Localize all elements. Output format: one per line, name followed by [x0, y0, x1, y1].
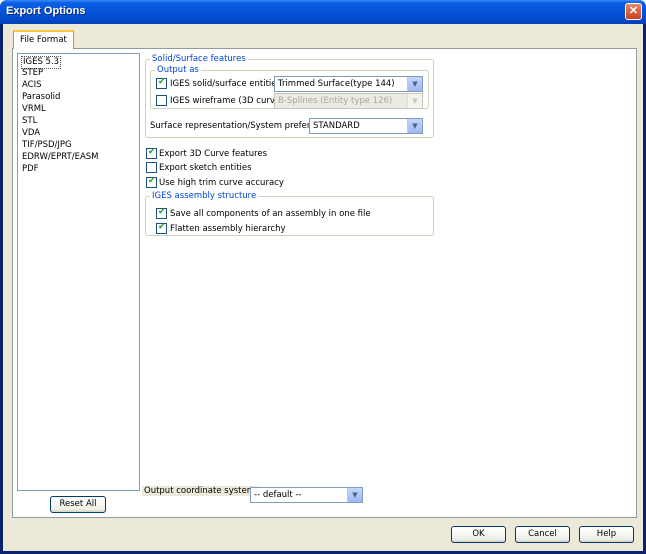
- format-list[interactable]: IGES 5.3 STEP ACIS Parasolid VRML STL VDA TIF/P…: [17, 53, 140, 491]
- list-item[interactable]: VRML: [21, 104, 47, 115]
- surface-pref-label: Surface representation/System preference…: [150, 121, 334, 131]
- high-trim-label: Use high trim curve accuracy: [159, 178, 284, 188]
- iges-solid-select[interactable]: Trimmed Surface(type 144) ▼: [274, 76, 423, 92]
- high-trim-checkbox[interactable]: [146, 176, 157, 188]
- iges-solid-checkbox[interactable]: [156, 77, 167, 89]
- surface-pref-select[interactable]: STANDARD ▼: [309, 118, 423, 134]
- iges-wire-checkbox[interactable]: [156, 95, 167, 106]
- ok-button[interactable]: OK: [451, 526, 506, 543]
- coord-value: -- default --: [254, 490, 302, 500]
- chevron-down-icon: ▼: [407, 94, 422, 108]
- chevron-down-icon: ▼: [347, 488, 362, 502]
- tab-file-format[interactable]: File Format: [13, 30, 74, 49]
- assembly-legend: IGES assembly structure: [152, 191, 257, 201]
- chevron-down-icon: ▼: [407, 77, 422, 91]
- list-item[interactable]: TIF/PSD/JPG: [21, 140, 73, 151]
- save-all-label: Save all components of an assembly in on…: [170, 209, 371, 219]
- list-item[interactable]: EDRW/EPRT/EASM: [21, 152, 100, 163]
- surface-pref-value: STANDARD: [313, 121, 360, 131]
- flatten-label: Flatten assembly hierarchy: [170, 224, 286, 234]
- window-title: Export Options: [6, 5, 86, 17]
- iges-solid-label: IGES solid/surface entities:: [170, 79, 284, 89]
- flatten-checkbox[interactable]: [156, 222, 167, 234]
- list-item[interactable]: PDF: [21, 164, 40, 175]
- iges-solid-value: Trimmed Surface(type 144): [278, 79, 395, 89]
- list-item[interactable]: Parasolid: [21, 92, 61, 103]
- export-sketch-label: Export sketch entities: [159, 163, 252, 173]
- export-options-window: Export Options ✕ File Format IGES 5.3 STE…: [0, 0, 646, 554]
- title-bar[interactable]: Export Options ✕: [0, 0, 646, 24]
- list-item[interactable]: STL: [21, 116, 38, 127]
- export-3d-checkbox[interactable]: [146, 147, 157, 159]
- list-item[interactable]: VDA: [21, 128, 41, 139]
- close-icon[interactable]: ✕: [625, 3, 642, 20]
- dialog-client: File Format IGES 5.3 STEP ACIS Parasolid VRM…: [3, 24, 643, 551]
- export-sketch-checkbox[interactable]: [146, 162, 157, 173]
- output-as-legend: Output as: [157, 65, 199, 75]
- save-all-checkbox[interactable]: [156, 207, 167, 219]
- export-3d-label: Export 3D Curve features: [159, 149, 268, 159]
- cancel-button[interactable]: Cancel: [515, 526, 570, 543]
- iges-wire-select[interactable]: B-Splines (Entity type 126) ▼: [274, 93, 423, 109]
- iges-wire-value: B-Splines (Entity type 126): [278, 96, 393, 106]
- coord-label: Output coordinate system:: [142, 486, 260, 496]
- file-format-panel: IGES 5.3 STEP ACIS Parasolid VRML STL VDA TIF/P…: [12, 48, 637, 518]
- chevron-down-icon: ▼: [407, 119, 422, 133]
- reset-all-button[interactable]: Reset All: [50, 496, 106, 513]
- list-item[interactable]: STEP: [21, 68, 44, 79]
- coord-select[interactable]: -- default -- ▼: [250, 487, 363, 503]
- list-item[interactable]: ACIS: [21, 80, 43, 91]
- help-button[interactable]: Help: [579, 526, 634, 543]
- solid-surface-legend: Solid/Surface features: [152, 54, 246, 64]
- iges-wire-label: IGES wireframe (3D curves):: [170, 96, 291, 106]
